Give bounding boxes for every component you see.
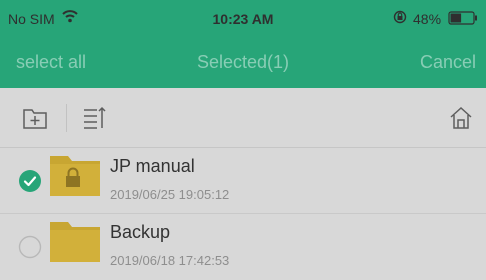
toolbar-divider [66, 104, 67, 132]
checked-icon[interactable] [18, 169, 42, 193]
folder-icon [50, 222, 100, 262]
page-title: Selected(1) [196, 52, 290, 72]
sort-icon[interactable] [82, 105, 108, 131]
file-name: Backup [110, 222, 171, 242]
unchecked-icon[interactable] [18, 235, 42, 259]
header: No SIM 10:23 AM 48% select all Selected(… [0, 0, 486, 88]
home-icon[interactable] [448, 105, 474, 131]
rotation-lock-icon [393, 10, 407, 24]
file-name: JP manual [110, 156, 195, 176]
cancel-button[interactable]: Cancel [420, 52, 476, 73]
battery-percent: 48% [413, 11, 442, 27]
new-folder-icon[interactable] [22, 105, 48, 131]
status-bar: No SIM 10:23 AM 48% [0, 0, 486, 36]
toolbar [0, 88, 486, 148]
file-row[interactable]: JP manual 2019/06/25 19:05:12 [0, 148, 486, 214]
file-row[interactable]: Backup 2019/06/18 17:42:53 [0, 214, 486, 280]
battery-icon [448, 11, 477, 25]
navigation-bar: select all Selected(1) Cancel [0, 36, 486, 88]
locked-folder-icon [50, 156, 100, 196]
file-date: 2019/06/25 19:05:12 [110, 187, 230, 202]
file-date: 2019/06/18 17:42:53 [110, 253, 230, 268]
